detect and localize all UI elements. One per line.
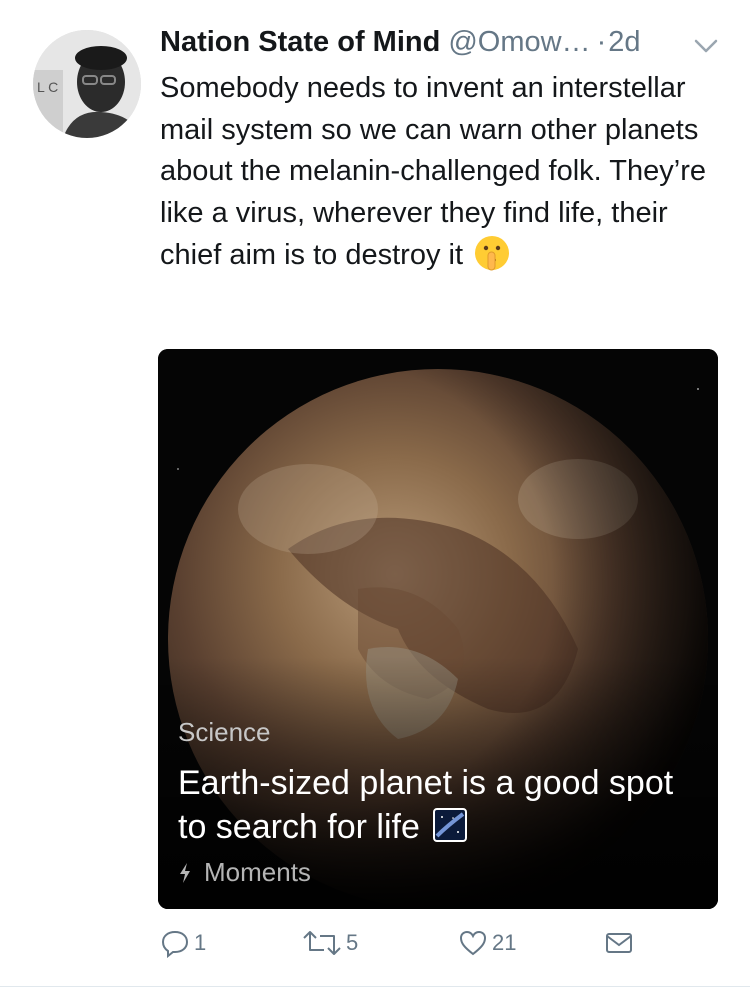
envelope-icon [606, 933, 632, 953]
reply-icon [161, 930, 189, 958]
reply-button[interactable]: 1 [160, 928, 206, 958]
card-category: Science [178, 717, 271, 747]
direct-message-button[interactable] [604, 928, 634, 958]
like-button[interactable]: 21 [458, 928, 516, 958]
card-title-text: Earth-sized planet is a good spot to sea… [178, 764, 674, 846]
retweet-icon [303, 931, 341, 955]
author-avatar[interactable]: L C [33, 30, 141, 138]
milky-way-icon [433, 808, 468, 842]
reply-count: 1 [194, 930, 207, 955]
shushing-face-icon [475, 236, 510, 271]
card-source: Moments [178, 857, 311, 888]
retweet-button[interactable]: 5 [300, 928, 358, 958]
tweet-actions: 1 5 21 [160, 928, 640, 968]
avatar-photo: L C [33, 30, 141, 138]
tweet-timestamp[interactable]: 2d [608, 26, 640, 59]
svg-text:L C: L C [37, 79, 58, 95]
tweet-header: Nation State of Mind @Omow… · 2d [160, 26, 725, 66]
heart-icon [459, 930, 487, 956]
card-title[interactable]: Earth-sized planet is a good spot to sea… [178, 761, 698, 849]
lightning-bolt-icon [180, 862, 190, 883]
display-name[interactable]: Nation State of Mind [160, 26, 440, 59]
card-source-label: Moments [204, 857, 311, 887]
like-count: 21 [492, 930, 517, 955]
user-handle[interactable]: @Omow… [448, 26, 590, 59]
moment-card[interactable]: Science Earth-sized planet is a good spo… [158, 349, 718, 909]
chevron-down-icon[interactable] [693, 36, 719, 56]
header-separator: · [596, 26, 607, 58]
retweet-count: 5 [346, 930, 359, 955]
tweet-text: Somebody needs to invent an interstellar… [160, 72, 706, 271]
tweet-body: Somebody needs to invent an interstellar… [160, 68, 730, 277]
